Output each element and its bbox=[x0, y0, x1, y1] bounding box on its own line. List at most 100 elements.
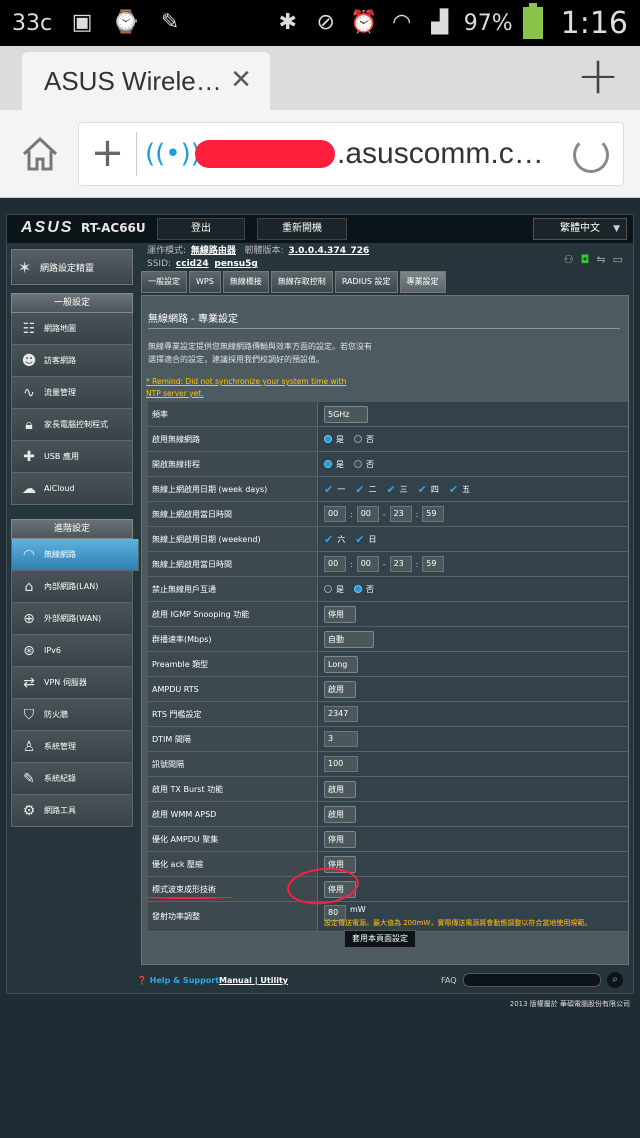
beacon-input[interactable]: 100 bbox=[324, 756, 358, 772]
radio-sched-no[interactable] bbox=[354, 460, 362, 468]
weekday-start-min[interactable]: 00 bbox=[356, 506, 379, 522]
sidebar-item-firewall[interactable]: ⛉ 防火牆 bbox=[11, 699, 133, 731]
row-wmm-apsd: 啟用 WMM APSD 啟用 bbox=[148, 802, 628, 827]
radio-label: 否 bbox=[366, 459, 374, 469]
internet-status-icon[interactable]: ◘ bbox=[581, 253, 590, 266]
tab-mac-filter[interactable]: 無線存取控制 bbox=[270, 271, 333, 293]
browser-tab[interactable]: ASUS Wirele… × bbox=[22, 52, 270, 110]
checkbox-wed[interactable]: ✔ bbox=[386, 483, 395, 496]
help-support-link[interactable]: ❓ Help & Support bbox=[137, 976, 219, 985]
url-field[interactable]: + ((•)) .asuscomm.c… bbox=[78, 122, 624, 186]
home-icon[interactable] bbox=[18, 132, 62, 176]
model-name: RT-AC66U bbox=[81, 221, 146, 235]
weekday-start-hour[interactable]: 00 bbox=[324, 506, 346, 522]
ssid-2[interactable]: pensu5g bbox=[214, 259, 257, 269]
printer-icon[interactable]: ▭ bbox=[613, 253, 623, 266]
sidebar-item-wireless[interactable]: ◠ 無線網路 bbox=[11, 539, 139, 571]
usb-status-icon[interactable]: ⇋ bbox=[596, 253, 605, 266]
radio-sched-yes[interactable] bbox=[324, 460, 332, 468]
optimize-ampdu-select[interactable]: 停用 bbox=[324, 830, 356, 848]
sidebar-item-aicloud[interactable]: ☁ AiCloud bbox=[11, 473, 133, 505]
add-bookmark-icon[interactable]: + bbox=[79, 132, 137, 176]
rts-input[interactable]: 2347 bbox=[324, 706, 358, 722]
sidebar-item-usb[interactable]: ✚ USB 應用 bbox=[11, 441, 133, 473]
page-description: 無線專業設定提供您無線網路傳輸與效率方面的設定。若您沒有選擇適合的設定，建議採用… bbox=[148, 342, 372, 364]
radio-isolation-yes[interactable] bbox=[324, 585, 332, 593]
new-tab-icon[interactable]: + bbox=[576, 50, 620, 102]
radio-enable-no[interactable] bbox=[354, 435, 362, 443]
wmm-apsd-select[interactable]: 啟用 bbox=[324, 805, 356, 823]
sidebar-item-wan[interactable]: ⊕ 外部網路(WAN) bbox=[11, 603, 133, 635]
preamble-select[interactable]: Long bbox=[324, 655, 358, 673]
checkbox-mon[interactable]: ✔ bbox=[324, 483, 333, 496]
fw-link[interactable]: 3.0.0.4.374_726 bbox=[288, 246, 369, 256]
checkbox-sat[interactable]: ✔ bbox=[324, 533, 333, 546]
checkbox-thu[interactable]: ✔ bbox=[418, 483, 427, 496]
ssid-label: SSID: bbox=[147, 259, 172, 269]
sidebar-item-ipv6[interactable]: ⊛ IPv6 bbox=[11, 635, 133, 667]
close-icon[interactable]: × bbox=[226, 62, 256, 96]
tab-wds[interactable]: 無線橋接 bbox=[222, 271, 269, 293]
reboot-button[interactable]: 重新開機 bbox=[257, 218, 347, 240]
tab-general[interactable]: 一般設定 bbox=[141, 271, 187, 293]
logout-button[interactable]: 登出 bbox=[157, 218, 245, 240]
sidebar-item-parental-control[interactable]: 🔒︎ 家長電腦控制程式 bbox=[11, 409, 133, 441]
sidebar-item-lan[interactable]: ⌂ 內部網路(LAN) bbox=[11, 571, 133, 603]
manual-link[interactable]: Manual bbox=[219, 976, 252, 985]
row-label: 啟用無線網路 bbox=[148, 427, 318, 451]
checkbox-label: 五 bbox=[462, 484, 471, 494]
language-select[interactable]: 繁體中文 bbox=[533, 218, 627, 240]
content-panel: 無線網路 - 專業設定 無線專業設定提供您無線網路傳輸與效率方面的設定。若您沒有… bbox=[141, 295, 629, 965]
row-enable-schedule: 開啟無線排程 是 否 bbox=[148, 452, 628, 477]
router-top-bar: ASUS RT-AC66U 登出 重新開機 繁體中文 bbox=[7, 215, 633, 243]
weekend-end-min[interactable]: 59 bbox=[422, 556, 445, 572]
apply-button[interactable]: 套用本頁面設定 bbox=[344, 930, 416, 948]
sidebar-item-network-tools[interactable]: ⚙ 網路工具 bbox=[11, 795, 133, 827]
wizard-label: 網路設定精靈 bbox=[40, 263, 95, 274]
sidebar-item-guest-network[interactable]: ☻ 訪客網路 bbox=[11, 345, 133, 377]
weekend-end-hour[interactable]: 23 bbox=[389, 556, 412, 572]
row-label: 無線上網啟用日期 (weekend) bbox=[148, 527, 318, 551]
tab-wps[interactable]: WPS bbox=[189, 271, 221, 293]
row-label: 開啟無線排程 bbox=[148, 452, 318, 476]
weekend-start-hour[interactable]: 00 bbox=[324, 556, 346, 572]
clients-icon[interactable]: ⚇ bbox=[564, 253, 574, 266]
multicast-rate-select[interactable]: 自動 bbox=[324, 630, 374, 648]
radio-isolation-no[interactable] bbox=[354, 585, 362, 593]
tab-radius[interactable]: RADIUS 設定 bbox=[334, 271, 398, 293]
utility-link[interactable]: Utility bbox=[260, 976, 288, 985]
sidebar-item-label: 外部網路(WAN) bbox=[44, 614, 102, 623]
sidebar-item-traffic-manager[interactable]: ∿ 流量管理 bbox=[11, 377, 133, 409]
sidebar-item-administration[interactable]: ♙ 系統管理 bbox=[11, 731, 133, 763]
ssid-1[interactable]: ccid24 bbox=[176, 259, 209, 269]
radio-enable-yes[interactable] bbox=[324, 435, 332, 443]
weekday-end-min[interactable]: 59 bbox=[422, 506, 445, 522]
signal-icon: ▟ bbox=[431, 10, 449, 35]
dtim-input[interactable]: 3 bbox=[324, 731, 358, 747]
sidebar-item-network-map[interactable]: ☷ 網路地圖 bbox=[11, 313, 133, 345]
row-label: 無線上網啟用日期 (week days) bbox=[148, 477, 318, 501]
sidebar-item-label: VPN 伺服器 bbox=[44, 678, 87, 687]
band-select[interactable]: 5GHz bbox=[324, 405, 368, 423]
ntp-remind-link[interactable]: * Remind: Did not synchronize your syste… bbox=[146, 376, 356, 400]
checkbox-sun[interactable]: ✔ bbox=[355, 533, 364, 546]
faq-search-input[interactable] bbox=[463, 973, 601, 987]
radio-label: 是 bbox=[336, 434, 344, 444]
sidebar-item-system-log[interactable]: ✎ 系統紀錄 bbox=[11, 763, 133, 795]
radio-label: 是 bbox=[336, 584, 344, 594]
ampdu-rts-select[interactable]: 啟用 bbox=[324, 680, 356, 698]
tx-burst-select[interactable]: 啟用 bbox=[324, 780, 356, 798]
weekend-start-min[interactable]: 00 bbox=[356, 556, 379, 572]
quick-setup-wizard[interactable]: ✶ 網路設定精靈 bbox=[11, 249, 133, 285]
op-mode-link[interactable]: 無線路由器 bbox=[191, 246, 236, 256]
igmp-select[interactable]: 停用 bbox=[324, 605, 356, 623]
reload-icon[interactable] bbox=[573, 137, 609, 173]
checkbox-tue[interactable]: ✔ bbox=[355, 483, 364, 496]
redaction-mark bbox=[195, 140, 335, 168]
search-icon[interactable]: ⌕ bbox=[607, 972, 623, 988]
checkbox-label: 一 bbox=[337, 484, 346, 494]
checkbox-fri[interactable]: ✔ bbox=[449, 483, 458, 496]
sidebar-item-vpn[interactable]: ⇄ VPN 伺服器 bbox=[11, 667, 133, 699]
weekday-end-hour[interactable]: 23 bbox=[389, 506, 412, 522]
tab-professional[interactable]: 專業設定 bbox=[399, 271, 446, 293]
